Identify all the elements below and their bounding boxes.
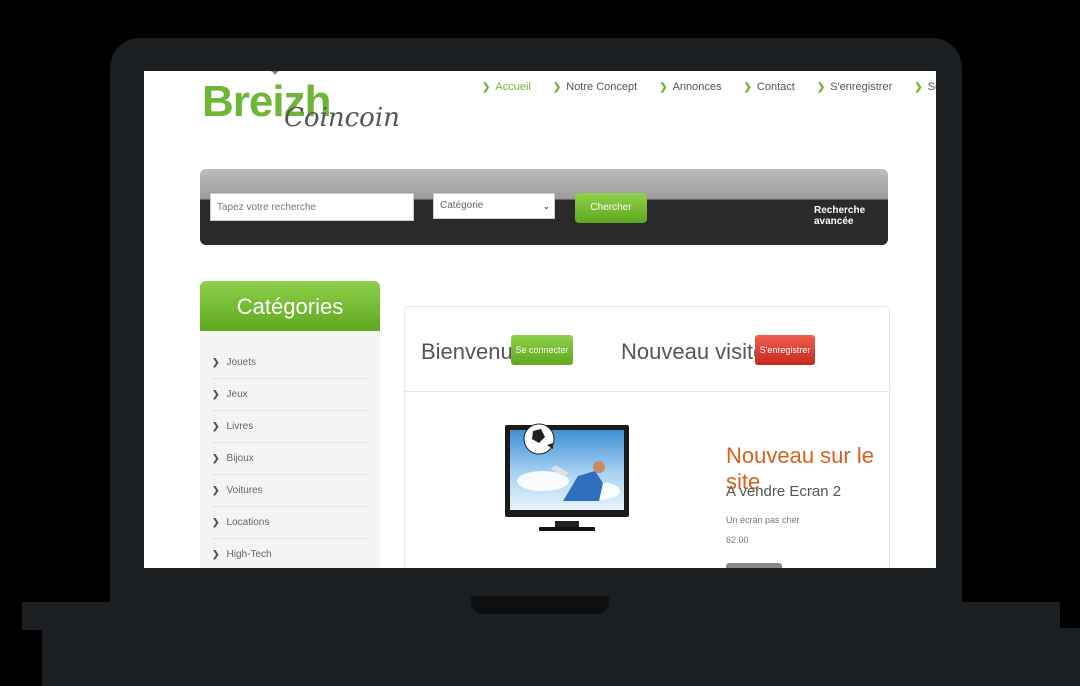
chevron-right-icon: ❯: [212, 453, 220, 463]
chevron-right-icon: ❯: [212, 389, 220, 399]
category-item-label: Voitures: [226, 485, 263, 496]
login-button[interactable]: Se connecter: [511, 335, 573, 365]
logo-coincoin[interactable]: Coincoin: [284, 103, 400, 133]
chevron-down-icon: ⌄: [542, 201, 550, 211]
laptop-screen: Breizh ✦ Coincoin ❯ Accueil ❯ Notre Concept…: [144, 71, 936, 568]
nav-item-label: Notre Concept: [566, 81, 638, 93]
main-nav: ❯ Accueil ❯ Notre Concept ❯ Annonces ❯ Contact ❯…: [482, 81, 936, 93]
categories-title: Catégories: [200, 281, 380, 331]
chevron-right-icon: ❯: [212, 357, 220, 367]
search-input[interactable]: Tapez votre recherche: [210, 193, 414, 221]
category-item-jeux[interactable]: ❯ Jeux: [212, 379, 368, 411]
nav-item-annonces[interactable]: ❯ Annonces: [659, 81, 721, 93]
category-item-jouets[interactable]: ❯ Jouets: [212, 347, 368, 379]
search-bar: Tapez votre recherche Catégorie ⌄ Cherch…: [200, 169, 888, 245]
nav-item-label: Se Connecter: [927, 81, 936, 93]
nav-item-label: Contact: [756, 81, 795, 93]
category-select-value: Catégorie: [440, 200, 484, 211]
register-button[interactable]: S'enregistrer: [755, 335, 815, 365]
nav-item-se-connecter[interactable]: ❯ Se Connecter: [914, 81, 936, 93]
nav-item-label: Annonces: [672, 81, 722, 93]
nav-item-accueil[interactable]: ❯ Accueil: [482, 81, 531, 93]
nav-item-notre-concept[interactable]: ❯ Notre Concept: [553, 81, 637, 93]
chevron-right-icon: ❯: [482, 81, 491, 93]
categories-panel: ❯ Jouets ❯ Jeux ❯ Livres ❯ Bijoux ❯ Voitures ❯ Loca…: [200, 331, 380, 568]
category-select[interactable]: Catégorie ⌄: [433, 193, 555, 219]
category-item-label: Locations: [226, 517, 270, 528]
product-price: 62.00: [726, 535, 749, 545]
welcome-panel: Bienvenue ! Se connecter Nouveau visiteu…: [404, 306, 890, 568]
divider: [405, 391, 889, 392]
category-item-label: Jeux: [226, 389, 248, 400]
laptop-base: [42, 628, 1080, 686]
nav-item-label: S'enregistrer: [830, 81, 893, 93]
category-item-livres[interactable]: ❯ Livres: [212, 411, 368, 443]
chevron-right-icon: ❯: [659, 81, 668, 93]
chevron-right-icon: ❯: [914, 81, 923, 93]
nav-item-label: Accueil: [495, 81, 531, 93]
category-item-label: Bijoux: [226, 453, 254, 464]
product-description: Un écran pas cher: [726, 515, 800, 525]
category-item-locations[interactable]: ❯ Locations: [212, 507, 368, 539]
category-item-label: Jouets: [226, 357, 257, 368]
category-item-label: Livres: [226, 421, 254, 432]
product-image[interactable]: [503, 421, 631, 535]
product-name[interactable]: A vendre Ecran 2: [726, 483, 841, 500]
advanced-search-link[interactable]: Recherche avancée: [814, 205, 888, 227]
category-item-label: High-Tech: [226, 549, 272, 560]
search-button[interactable]: Chercher: [575, 193, 647, 223]
nav-item-s-enregistrer[interactable]: ❯ S'enregistrer: [817, 81, 892, 93]
chevron-right-icon: ❯: [212, 485, 220, 495]
chevron-right-icon: ❯: [552, 81, 562, 93]
chevron-right-icon: ❯: [212, 517, 220, 527]
laptop-notch: [471, 596, 609, 614]
chevron-right-icon: ❯: [212, 549, 220, 559]
chevron-right-icon: ❯: [816, 81, 826, 93]
category-item-voitures[interactable]: ❯ Voitures: [212, 475, 368, 507]
logo-star-icon: ✦: [270, 71, 281, 79]
product-details-button[interactable]: [726, 563, 782, 568]
category-item-high-tech[interactable]: ❯ High-Tech: [212, 539, 368, 568]
nav-item-contact[interactable]: ❯ Contact: [744, 81, 795, 93]
chevron-right-icon: ❯: [743, 81, 752, 93]
chevron-right-icon: ❯: [212, 421, 220, 431]
category-item-bijoux[interactable]: ❯ Bijoux: [212, 443, 368, 475]
